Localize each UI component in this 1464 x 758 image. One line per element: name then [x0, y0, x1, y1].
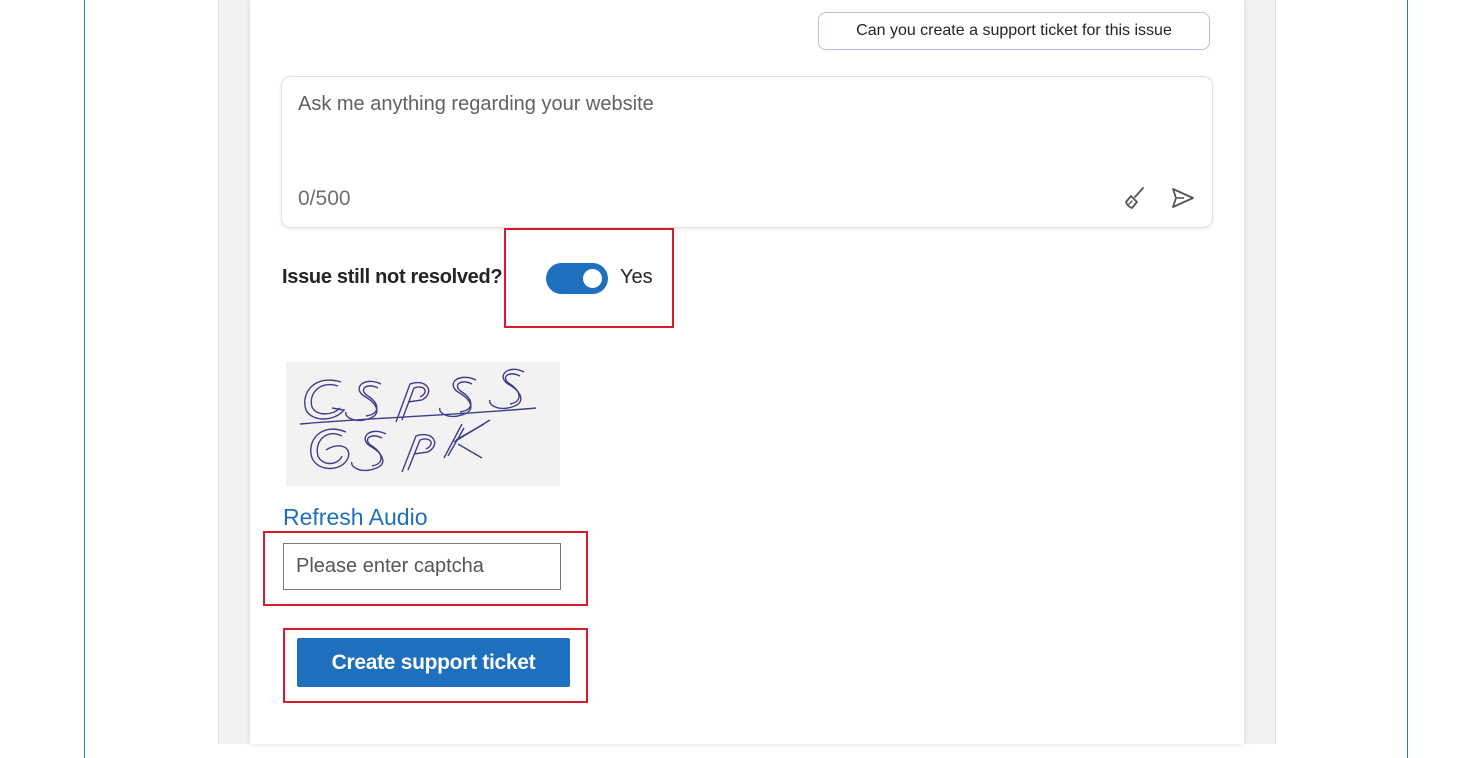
send-icon[interactable]	[1168, 183, 1198, 213]
refresh-audio-link[interactable]: Refresh Audio	[283, 504, 427, 531]
broom-icon[interactable]	[1120, 183, 1150, 213]
resolution-toggle[interactable]	[546, 263, 608, 294]
chat-composer: 0/500	[281, 76, 1213, 228]
resolution-label: Issue still not resolved?	[282, 266, 503, 288]
captcha-input[interactable]	[283, 543, 561, 590]
toggle-knob	[583, 269, 602, 288]
chat-input[interactable]	[296, 91, 1120, 155]
captcha-image	[286, 362, 560, 486]
suggestion-chip[interactable]: Can you create a support ticket for this…	[818, 12, 1210, 50]
toggle-value-label: Yes	[620, 266, 653, 288]
create-ticket-button[interactable]: Create support ticket	[297, 638, 570, 687]
char-count: 0/500	[298, 187, 351, 210]
